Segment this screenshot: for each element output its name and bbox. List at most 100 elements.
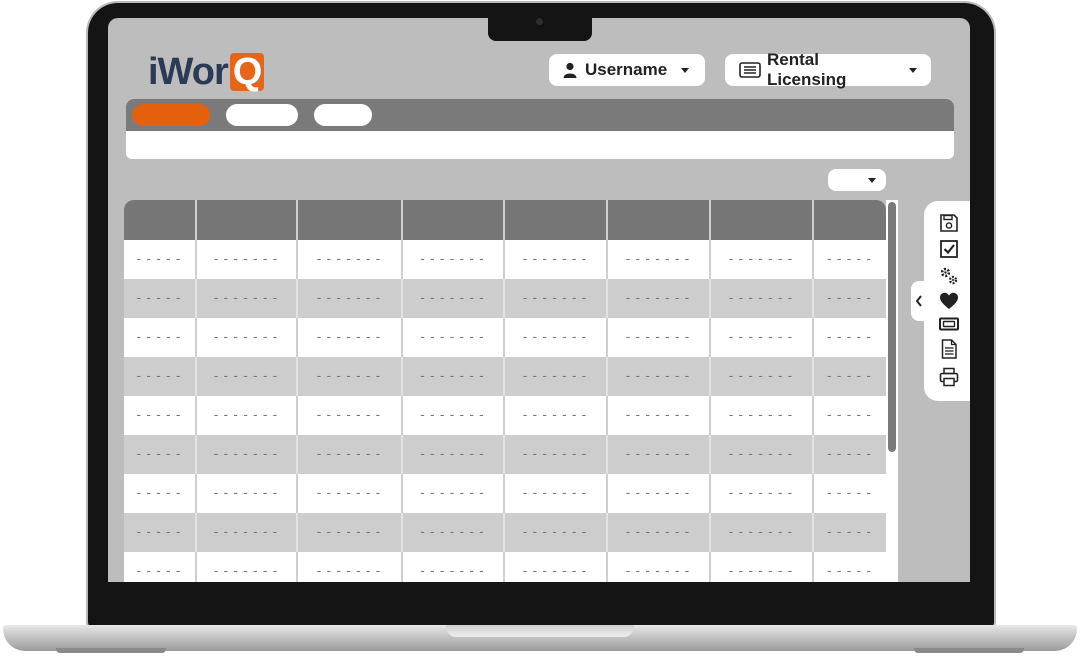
column-header[interactable] (504, 200, 608, 240)
table-cell: ------- (196, 318, 298, 357)
table-cell: ------- (504, 552, 608, 582)
table-cell: ----- (813, 240, 886, 279)
tab-second[interactable] (226, 104, 298, 126)
table-cell: ------- (196, 279, 298, 318)
table-cell: ------- (710, 279, 814, 318)
report-button[interactable] (938, 338, 960, 360)
save-button[interactable] (938, 212, 960, 234)
table-cell: ------- (402, 357, 505, 396)
table-row[interactable]: ----- ------- ------- ------- ------- -------… (124, 357, 886, 396)
table-cell: ----- (124, 240, 197, 279)
table-cell: ----- (124, 474, 197, 513)
laptop-foot-left (56, 648, 166, 653)
username-label: Username (585, 60, 668, 79)
table-cell: ----- (124, 435, 197, 474)
table-cell: ------- (196, 396, 298, 435)
camera-icon (536, 18, 543, 25)
document-icon (941, 339, 957, 359)
table-cell: ----- (813, 552, 886, 582)
gears-icon (940, 267, 958, 285)
settings-button[interactable] (938, 265, 960, 287)
table-cell: ------- (710, 474, 814, 513)
table-cell: ------- (196, 435, 298, 474)
column-header[interactable] (297, 200, 403, 240)
print-button[interactable] (938, 366, 960, 388)
tab-active[interactable] (132, 104, 210, 126)
column-header[interactable] (196, 200, 298, 240)
table-cell: ------- (402, 396, 505, 435)
filter-dropdown[interactable] (828, 169, 886, 191)
table-row[interactable]: ----- ------- ------- ------- ------- -------… (124, 474, 886, 513)
module-menu-button[interactable]: Rental Licensing (725, 50, 931, 89)
table-cell: ------- (710, 357, 814, 396)
search-bar[interactable] (126, 131, 954, 159)
table-cell: ------- (504, 240, 608, 279)
table-cell: ----- (813, 318, 886, 357)
tab-bar (126, 99, 954, 131)
table-cell: ------- (297, 396, 403, 435)
table-cell: ------- (607, 357, 711, 396)
table-cell: ------- (607, 318, 711, 357)
user-menu-button[interactable]: Username (549, 54, 705, 86)
table-row[interactable]: ----- ------- ------- ------- ------- -------… (124, 240, 886, 279)
table-cell: ------- (402, 552, 505, 582)
logo-q-badge: Q (229, 53, 265, 91)
table-cell: ------- (607, 279, 711, 318)
table-cell: ------- (607, 396, 711, 435)
table-cell: ------- (607, 474, 711, 513)
table-cell: ----- (813, 513, 886, 552)
iworq-logo[interactable]: iWor Q (148, 50, 265, 94)
table-cell: ----- (813, 396, 886, 435)
list-card-icon (739, 62, 761, 78)
ticket-button[interactable] (938, 313, 960, 335)
chevron-left-icon (915, 295, 922, 307)
column-header[interactable] (813, 200, 886, 240)
table-cell: ----- (813, 435, 886, 474)
table-cell: ------- (402, 513, 505, 552)
chevron-down-icon (909, 67, 917, 73)
select-button[interactable] (938, 238, 960, 260)
column-header[interactable] (402, 200, 505, 240)
table-cell: ------- (196, 552, 298, 582)
table-cell: ------- (297, 357, 403, 396)
table-cell: ------- (710, 240, 814, 279)
table-row[interactable]: ----- ------- ------- ------- ------- -------… (124, 435, 886, 474)
laptop-foot-right (914, 648, 1024, 653)
table-cell: ------- (504, 435, 608, 474)
app-screen: iWor Q Username Rental Licensing ----- -… (108, 18, 970, 582)
favorite-button[interactable] (938, 290, 960, 312)
table-cell: ------- (402, 279, 505, 318)
table-row[interactable]: ----- ------- ------- ------- ------- -------… (124, 552, 886, 582)
table-cell: ------- (607, 435, 711, 474)
table-cell: ------- (710, 513, 814, 552)
table-row[interactable]: ----- ------- ------- ------- ------- -------… (124, 279, 886, 318)
table-cell: ------- (710, 396, 814, 435)
table-scrollbar-thumb[interactable] (888, 202, 896, 452)
table-cell: ------- (402, 474, 505, 513)
table-cell: ------- (196, 474, 298, 513)
table-cell: ------- (607, 513, 711, 552)
logo-text: iWor (148, 50, 229, 93)
table-row[interactable]: ----- ------- ------- ------- ------- -------… (124, 318, 886, 357)
table-cell: ------- (297, 279, 403, 318)
table-cell: ------- (504, 357, 608, 396)
table-cell: ----- (124, 396, 197, 435)
table-cell: ----- (124, 279, 197, 318)
table-cell: ------- (297, 552, 403, 582)
save-icon (940, 214, 958, 232)
print-icon (939, 367, 959, 387)
column-header[interactable] (607, 200, 711, 240)
table-cell: ------- (607, 552, 711, 582)
table-cell: ------- (607, 240, 711, 279)
ticket-icon (939, 317, 959, 331)
table-cell: ------- (196, 357, 298, 396)
column-header[interactable] (710, 200, 814, 240)
table-cell: ----- (124, 552, 197, 582)
table-row[interactable]: ----- ------- ------- ------- ------- -------… (124, 513, 886, 552)
table-cell: ------- (504, 279, 608, 318)
table-cell: ------- (504, 513, 608, 552)
tab-third[interactable] (314, 104, 372, 126)
table-row[interactable]: ----- ------- ------- ------- ------- -------… (124, 396, 886, 435)
data-table: ----- ------- ------- ------- ------- -------… (124, 200, 886, 582)
column-header[interactable] (124, 200, 197, 240)
